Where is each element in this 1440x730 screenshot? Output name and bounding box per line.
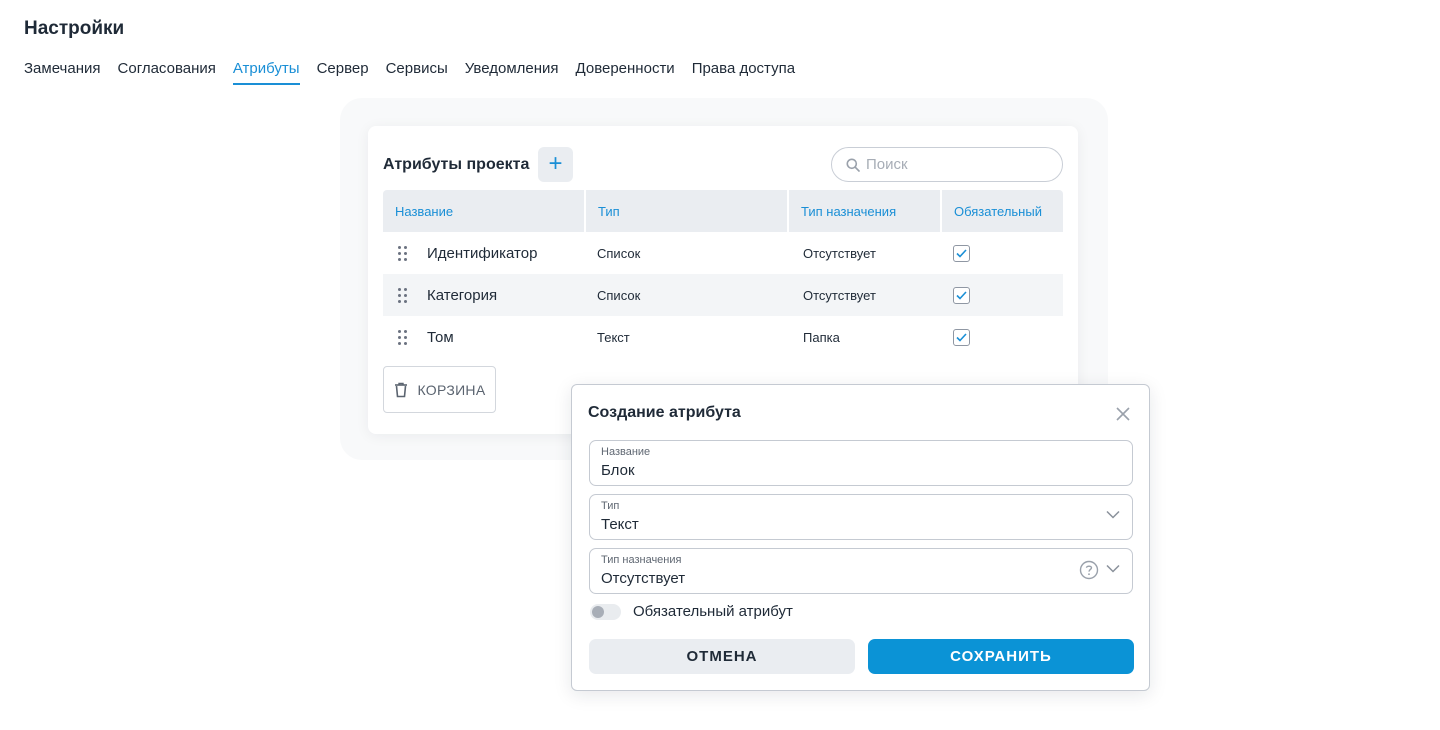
assignment-type-select[interactable]: Тип назначения Отсутствует (589, 548, 1133, 594)
tab-server[interactable]: Сервер (317, 60, 369, 85)
row-assignment: Отсутствует (803, 245, 876, 261)
type-select[interactable]: Тип Текст (589, 494, 1133, 540)
table-row[interactable]: Том Текст Папка (383, 316, 1063, 358)
search-input[interactable] (866, 156, 1036, 173)
column-header-type[interactable]: Тип (586, 190, 789, 232)
row-assignment: Отсутствует (803, 287, 876, 303)
table-header: Название Тип Тип назначения Обязательный (383, 190, 1063, 232)
required-attribute-row: Обязательный атрибут (590, 603, 793, 620)
settings-tabs: Замечания Согласования Атрибуты Сервер С… (24, 60, 795, 85)
card-title: Атрибуты проекта (383, 156, 530, 173)
name-field-value[interactable]: Блок (601, 461, 1121, 481)
page-title: Настройки (24, 18, 125, 39)
row-type: Список (597, 287, 641, 303)
tab-remarks[interactable]: Замечания (24, 60, 101, 85)
check-icon (956, 332, 967, 342)
drag-handle-icon[interactable] (398, 245, 407, 261)
assignment-type-label: Тип назначения (601, 554, 682, 566)
name-field-label: Название (601, 446, 651, 458)
trash-icon (394, 382, 407, 397)
check-icon (956, 290, 967, 300)
search-box[interactable] (831, 147, 1063, 182)
search-icon (846, 158, 860, 172)
table-row[interactable]: Категория Список Отсутствует (383, 274, 1063, 316)
row-type: Список (597, 245, 641, 261)
tab-notifications[interactable]: Уведомления (465, 60, 559, 85)
row-name: Идентификатор (427, 244, 538, 262)
add-attribute-button[interactable]: + (538, 147, 573, 182)
type-select-value: Текст (601, 516, 639, 533)
plus-icon: + (548, 150, 563, 177)
save-button[interactable]: СОХРАНИТЬ (868, 639, 1134, 674)
tab-approvals[interactable]: Согласования (118, 60, 216, 85)
column-header-required[interactable]: Обязательный (942, 190, 1063, 232)
dialog-title: Создание атрибута (588, 404, 741, 421)
column-header-name[interactable]: Название (383, 190, 586, 232)
required-attribute-label: Обязательный атрибут (633, 603, 793, 620)
help-icon[interactable] (1079, 560, 1099, 580)
required-attribute-toggle[interactable] (590, 603, 621, 620)
column-header-assignment[interactable]: Тип назначения (789, 190, 942, 232)
tab-attributes[interactable]: Атрибуты (232, 60, 300, 85)
close-icon[interactable] (1112, 403, 1134, 425)
cancel-button[interactable]: ОТМЕНА (589, 639, 855, 674)
tab-access-rights[interactable]: Права доступа (692, 60, 795, 85)
required-checkbox[interactable] (953, 328, 970, 346)
row-name: Категория (427, 286, 498, 304)
row-type: Текст (597, 329, 630, 345)
row-name: Том (427, 328, 454, 346)
table-row[interactable]: Идентификатор Список Отсутствует (383, 232, 1063, 274)
chevron-down-icon[interactable] (1106, 564, 1120, 573)
assignment-type-value: Отсутствует (601, 570, 686, 587)
drag-handle-icon[interactable] (398, 329, 407, 345)
tab-powers-of-attorney[interactable]: Доверенности (576, 60, 675, 85)
row-assignment: Папка (803, 329, 840, 345)
trash-button[interactable]: КОРЗИНА (383, 366, 496, 413)
trash-button-label: КОРЗИНА (417, 381, 486, 398)
required-checkbox[interactable] (953, 286, 970, 304)
tab-services[interactable]: Сервисы (386, 60, 448, 85)
attributes-table: Название Тип Тип назначения Обязательный… (383, 190, 1063, 358)
type-select-label: Тип (601, 500, 620, 512)
required-checkbox[interactable] (953, 244, 970, 262)
name-field[interactable]: Название Блок (589, 440, 1133, 486)
create-attribute-dialog: Создание атрибута Название Блок Тип Текс… (571, 384, 1150, 691)
drag-handle-icon[interactable] (398, 287, 407, 303)
check-icon (956, 248, 967, 258)
chevron-down-icon[interactable] (1106, 510, 1120, 519)
